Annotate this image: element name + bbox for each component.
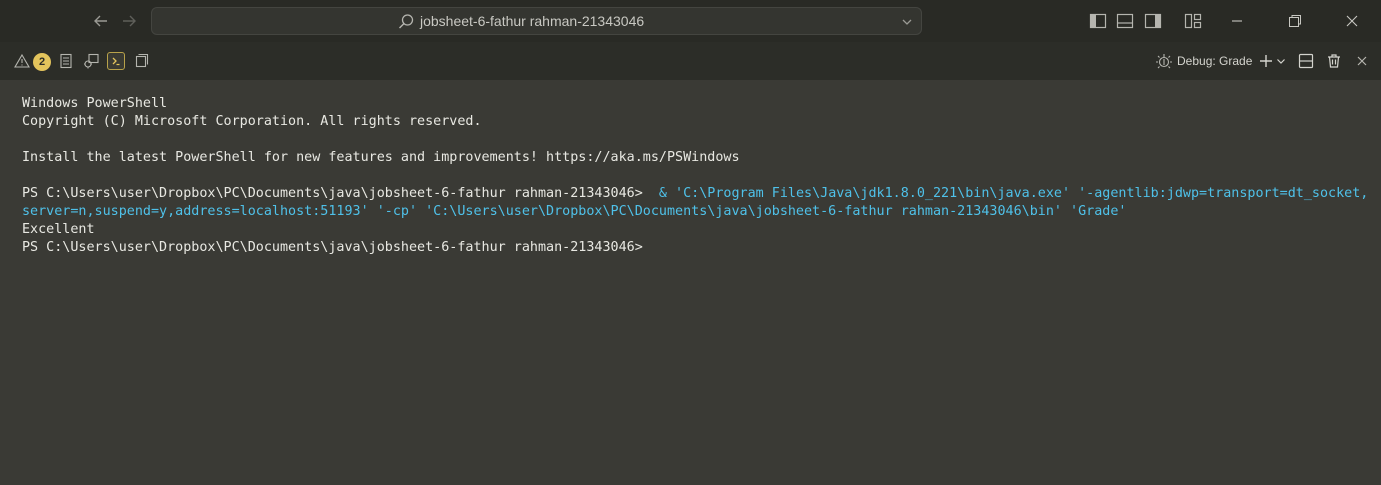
terminal-line: Windows PowerShell — [22, 96, 168, 111]
debug-gear-icon[interactable] — [1155, 52, 1173, 70]
sidebar-left-icon[interactable] — [1087, 10, 1109, 32]
terminal-prompt: PS C:\Users\user\Dropbox\PC\Documents\ja… — [22, 186, 651, 201]
command-center[interactable]: jobsheet-6-fathur rahman-21343046 — [151, 7, 922, 35]
arrow-left-icon[interactable] — [90, 10, 112, 32]
search-icon — [396, 12, 416, 32]
terminal-prompt: PS C:\Users\user\Dropbox\PC\Documents\ja… — [22, 240, 643, 255]
close-panel-icon[interactable] — [1353, 52, 1371, 70]
program-output: Excellent — [22, 222, 95, 237]
arrow-right-icon[interactable] — [118, 10, 140, 32]
workspace-title: jobsheet-6-fathur rahman-21343046 — [420, 13, 645, 29]
debug-configuration-label[interactable]: Debug: Grade — [1177, 54, 1252, 68]
chevron-down-icon[interactable] — [899, 14, 915, 30]
terminal-output[interactable]: Windows PowerShell Copyright (C) Microso… — [0, 80, 1381, 485]
sidebar-right-icon[interactable] — [1142, 10, 1164, 32]
title-bar: jobsheet-6-fathur rahman-21343046 — [0, 0, 1381, 42]
debug-console-icon[interactable] — [82, 52, 100, 70]
close-icon[interactable] — [1339, 8, 1365, 34]
panel-header: 2 Debug: Grade — [0, 42, 1381, 80]
chevron-down-icon[interactable] — [1275, 52, 1287, 70]
terminal-command: & 'C:\Program Files\Java\jdk1.8.0_221\bi… — [650, 186, 1369, 201]
terminal-icon[interactable] — [107, 52, 125, 70]
problems-count-badge[interactable]: 2 — [33, 53, 51, 71]
output-icon[interactable] — [57, 52, 75, 70]
terminal-line: Copyright (C) Microsoft Corporation. All… — [22, 114, 482, 129]
terminal-command-continuation: server=n,suspend=y,address=localhost:511… — [22, 204, 1127, 219]
minimize-icon[interactable] — [1224, 8, 1250, 34]
trash-icon[interactable] — [1325, 52, 1343, 70]
split-terminal-icon[interactable] — [1297, 52, 1315, 70]
restore-icon[interactable] — [1282, 8, 1308, 34]
terminal-command-line: PS C:\Users\user\Dropbox\PC\Documents\ja… — [22, 185, 1368, 203]
warning-icon[interactable] — [13, 52, 31, 70]
panel-bottom-icon[interactable] — [1114, 10, 1136, 32]
terminal-line: Install the latest PowerShell for new fe… — [22, 150, 740, 165]
plus-icon[interactable] — [1257, 52, 1275, 70]
layout-grid-icon[interactable] — [1182, 10, 1204, 32]
ports-icon[interactable] — [133, 52, 151, 70]
